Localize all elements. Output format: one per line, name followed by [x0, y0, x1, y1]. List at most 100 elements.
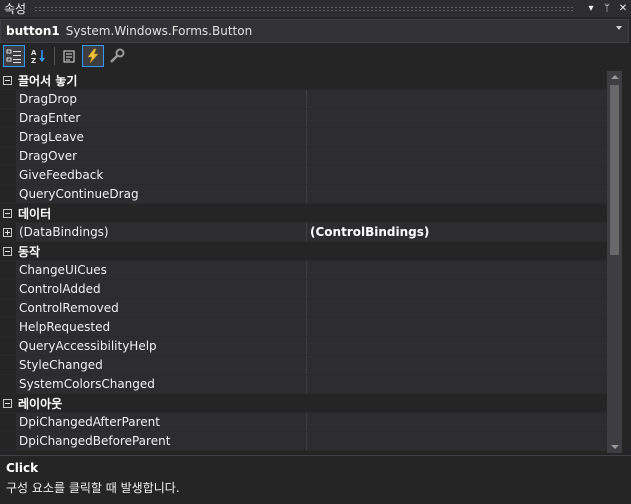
property-row[interactable]: DragDrop: [0, 90, 607, 109]
property-row[interactable]: ChangeUICues: [0, 261, 607, 280]
toolbar-separator: [54, 47, 55, 65]
property-value[interactable]: [307, 299, 607, 317]
property-name[interactable]: GiveFeedback: [16, 166, 307, 184]
category-row[interactable]: 레이아웃: [0, 394, 607, 413]
description-text: 구성 요소를 클릭할 때 발생합니다.: [6, 481, 180, 495]
row-gutter: [0, 413, 16, 431]
property-name[interactable]: QueryContinueDrag: [16, 185, 307, 203]
collapse-icon[interactable]: [3, 246, 12, 256]
property-row[interactable]: DragEnter: [0, 109, 607, 128]
category-row[interactable]: 데이터: [0, 204, 607, 223]
property-value[interactable]: [307, 90, 607, 108]
category-row[interactable]: 동작: [0, 242, 607, 261]
svg-text:Z: Z: [31, 57, 36, 64]
object-selector[interactable]: button1 System.Windows.Forms.Button: [0, 19, 629, 43]
property-row[interactable]: ControlAdded: [0, 280, 607, 299]
property-row[interactable]: DragLeave: [0, 128, 607, 147]
property-value[interactable]: [307, 337, 607, 355]
row-gutter: [0, 147, 16, 165]
property-value[interactable]: [307, 375, 607, 393]
property-row[interactable]: HelpRequested: [0, 318, 607, 337]
row-gutter: [0, 185, 16, 203]
object-type: System.Windows.Forms.Button: [65, 24, 253, 38]
property-name[interactable]: ControlRemoved: [16, 299, 307, 317]
property-value[interactable]: [307, 128, 607, 146]
property-value[interactable]: [307, 147, 607, 165]
properties-toolbar: A Z: [0, 43, 631, 69]
property-name[interactable]: DpiChangedBeforeParent: [16, 432, 307, 450]
property-value[interactable]: [307, 356, 607, 374]
property-row[interactable]: SystemColorsChanged: [0, 375, 607, 394]
vertical-scrollbar[interactable]: [607, 71, 622, 453]
events-button[interactable]: [82, 45, 104, 67]
property-grid: 끌어서 놓기 DragDrop DragEnter DragLeave DragOver…: [0, 71, 607, 453]
property-value[interactable]: [307, 109, 607, 127]
property-value[interactable]: [307, 185, 607, 203]
property-value[interactable]: [307, 318, 607, 336]
property-row[interactable]: QueryAccessibilityHelp: [0, 337, 607, 356]
property-name[interactable]: HelpRequested: [16, 318, 307, 336]
scroll-down-icon[interactable]: [611, 445, 619, 449]
property-value[interactable]: [307, 166, 607, 184]
property-name[interactable]: DragLeave: [16, 128, 307, 146]
row-gutter: [0, 337, 16, 355]
property-name[interactable]: DragEnter: [16, 109, 307, 127]
collapse-icon[interactable]: [3, 208, 12, 218]
row-gutter: [0, 299, 16, 317]
row-gutter: [0, 128, 16, 146]
property-value[interactable]: [307, 261, 607, 279]
property-name[interactable]: (DataBindings): [16, 223, 307, 241]
collapse-icon[interactable]: [3, 398, 12, 408]
pin-icon[interactable]: ᛘ: [599, 1, 615, 17]
property-name[interactable]: DragDrop: [16, 90, 307, 108]
chevron-down-icon[interactable]: [616, 26, 622, 30]
panel-title-bar: 속성 ▾ ᛘ ✕: [0, 0, 631, 17]
property-name[interactable]: SystemColorsChanged: [16, 375, 307, 393]
property-value[interactable]: [307, 432, 607, 450]
description-pane: Click 구성 요소를 클릭할 때 발생합니다.: [0, 455, 631, 504]
property-value[interactable]: [307, 413, 607, 431]
categorized-icon: [6, 49, 21, 63]
property-name[interactable]: ControlAdded: [16, 280, 307, 298]
property-row[interactable]: ControlRemoved: [0, 299, 607, 318]
property-name[interactable]: StyleChanged: [16, 356, 307, 374]
properties-icon: [63, 50, 75, 63]
expand-icon[interactable]: [3, 227, 12, 237]
property-name[interactable]: DragOver: [16, 147, 307, 165]
alphabetical-icon: A Z: [31, 49, 45, 64]
property-row[interactable]: GiveFeedback: [0, 166, 607, 185]
svg-text:A: A: [31, 49, 37, 57]
property-row[interactable]: DpiChangedAfterParent: [0, 413, 607, 432]
property-row[interactable]: DpiChangedBeforeParent: [0, 432, 607, 451]
row-gutter: [0, 375, 16, 393]
row-gutter: [0, 261, 16, 279]
property-value[interactable]: [307, 280, 607, 298]
property-row[interactable]: (DataBindings) (ControlBindings): [0, 223, 607, 242]
property-row[interactable]: StyleChanged: [0, 356, 607, 375]
scroll-thumb[interactable]: [610, 85, 619, 255]
category-label: 레이아웃: [18, 396, 63, 411]
row-gutter: [0, 109, 16, 127]
row-gutter: [0, 432, 16, 450]
close-icon[interactable]: ✕: [615, 1, 631, 17]
property-row[interactable]: DragOver: [0, 147, 607, 166]
property-pages-button[interactable]: [106, 45, 128, 67]
description-title: Click: [6, 461, 39, 475]
title-grip[interactable]: [34, 5, 575, 12]
property-name[interactable]: ChangeUICues: [16, 261, 307, 279]
collapse-icon[interactable]: [3, 75, 12, 85]
category-row[interactable]: 끌어서 놓기: [0, 71, 607, 90]
category-label: 동작: [18, 244, 41, 259]
row-gutter: [0, 90, 16, 108]
property-row[interactable]: QueryContinueDrag: [0, 185, 607, 204]
categorized-button[interactable]: [3, 45, 25, 67]
property-value[interactable]: (ControlBindings): [307, 223, 607, 241]
alphabetical-button[interactable]: A Z: [27, 45, 49, 67]
property-name[interactable]: DpiChangedAfterParent: [16, 413, 307, 431]
panel-title: 속성: [4, 2, 27, 16]
property-name[interactable]: QueryAccessibilityHelp: [16, 337, 307, 355]
dropdown-icon[interactable]: ▾: [583, 1, 599, 17]
properties-button[interactable]: [58, 45, 80, 67]
scroll-up-icon[interactable]: [611, 75, 619, 79]
events-icon: [87, 48, 99, 64]
